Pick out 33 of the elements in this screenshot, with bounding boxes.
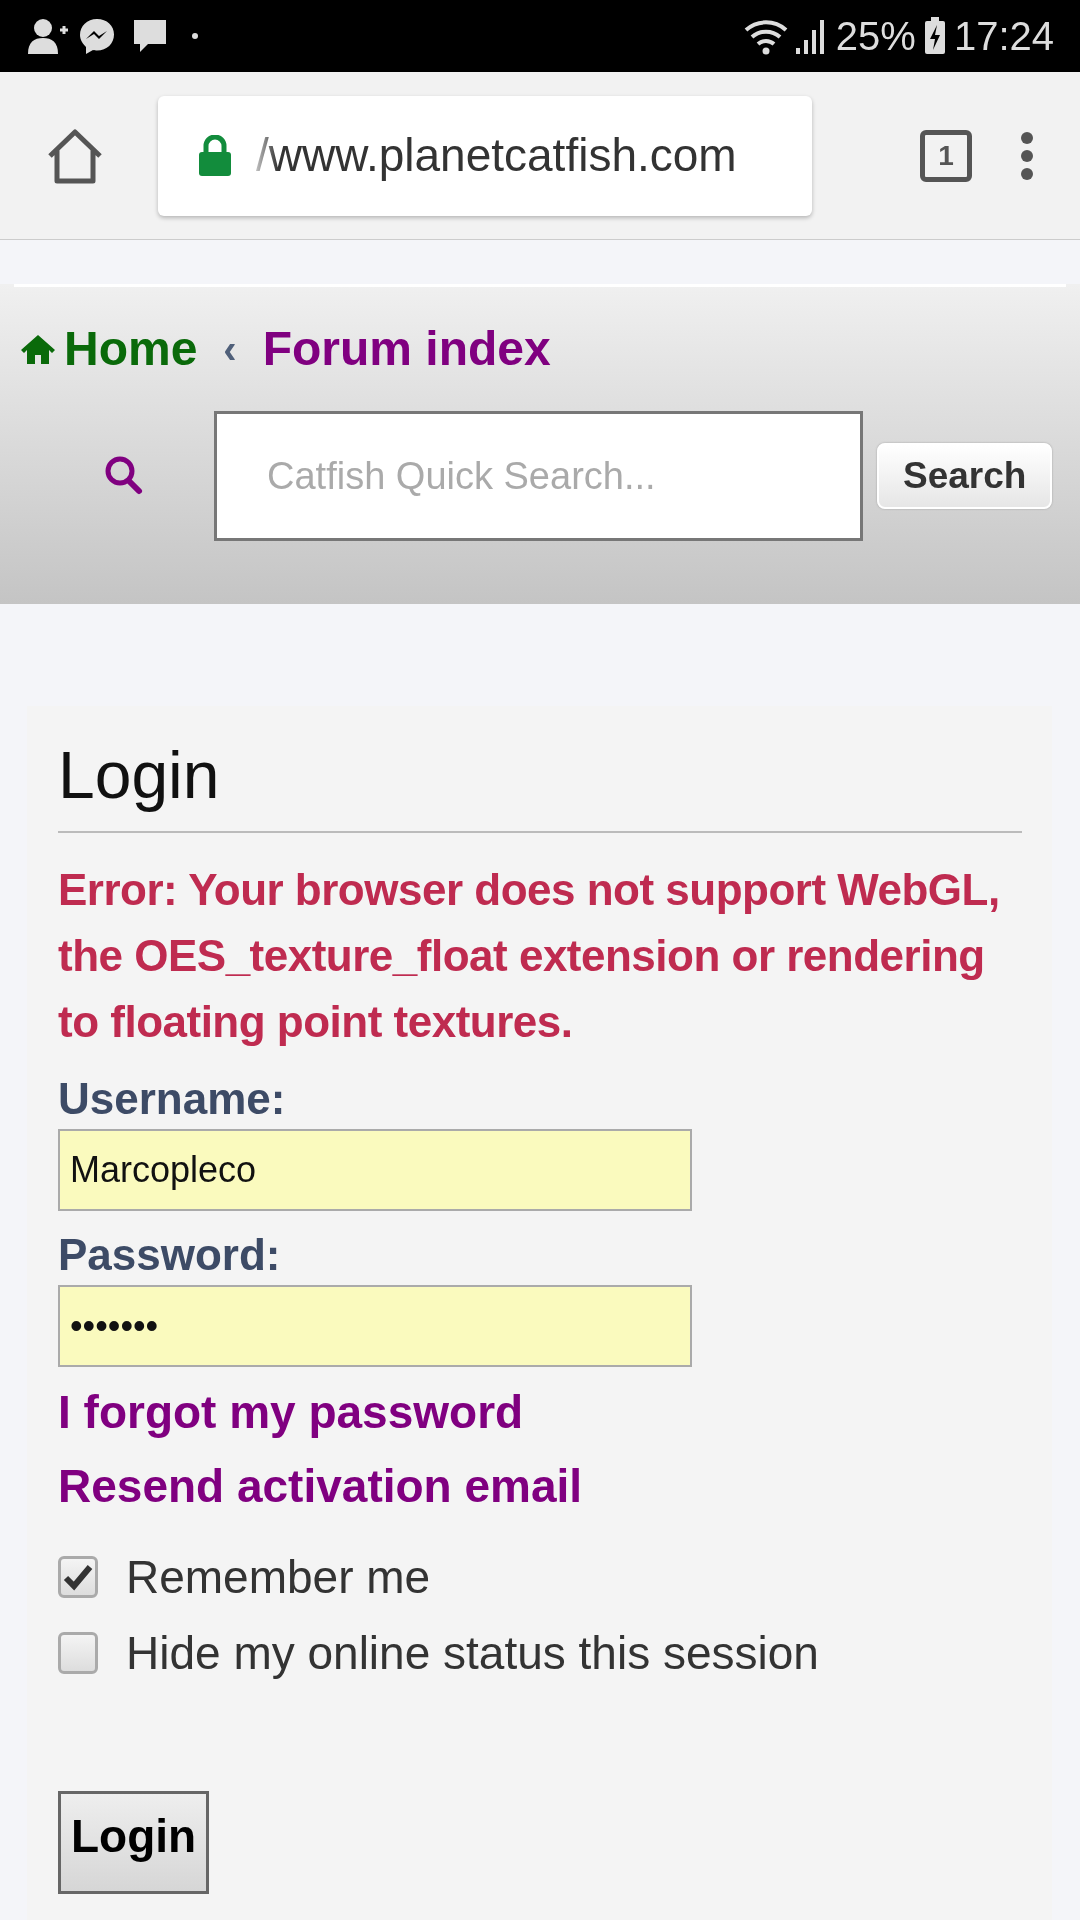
clock-time: 17:24 xyxy=(953,13,1054,60)
home-icon[interactable] xyxy=(46,127,104,184)
checkbox-label: Hide my online status this session xyxy=(126,1626,819,1682)
input-field[interactable]: ••••••• xyxy=(58,1285,692,1368)
checkbox[interactable] xyxy=(58,1556,98,1599)
login-title: Login xyxy=(58,737,221,814)
battery-percent: 25% xyxy=(835,13,916,60)
text-link[interactable]: I forgot my password xyxy=(58,1375,1022,1450)
address-bar[interactable]: /www.planetcatfish.com xyxy=(158,95,812,216)
search-button[interactable]: Search xyxy=(877,443,1053,509)
text-link[interactable]: Resend activation email xyxy=(58,1449,1022,1524)
checkbox[interactable] xyxy=(58,1632,98,1675)
chat-icon xyxy=(132,18,168,54)
messenger-icon xyxy=(78,17,116,55)
lock-icon xyxy=(198,134,232,177)
add-contact-icon xyxy=(26,16,70,56)
house-icon xyxy=(20,333,56,365)
field-label: Username: xyxy=(58,1073,287,1126)
battery-charging-icon xyxy=(923,17,946,55)
checkbox-label: Remember me xyxy=(126,1550,431,1606)
error-message: Error: Your browser does not support WebGL, the OES_texture_float extension or rendering to floating point textures. xyxy=(58,864,1001,1049)
menu-icon[interactable] xyxy=(1020,130,1034,181)
tab-switcher[interactable]: 1 xyxy=(920,129,972,182)
breadcrumb-separator: ‹ xyxy=(223,326,237,373)
url-text: /www.planetcatfish.com xyxy=(256,128,737,183)
search-icon[interactable] xyxy=(104,455,144,497)
home-link[interactable]: Home xyxy=(64,313,198,385)
login-button[interactable]: Login xyxy=(58,1791,210,1895)
breadcrumb-link[interactable]: Forum index xyxy=(262,313,551,385)
field-label: Password: xyxy=(58,1229,282,1282)
input-field[interactable]: Marcopleco xyxy=(58,1129,692,1212)
search-field[interactable]: Catfish Quick Search... xyxy=(214,411,863,541)
dot-icon xyxy=(192,33,198,39)
